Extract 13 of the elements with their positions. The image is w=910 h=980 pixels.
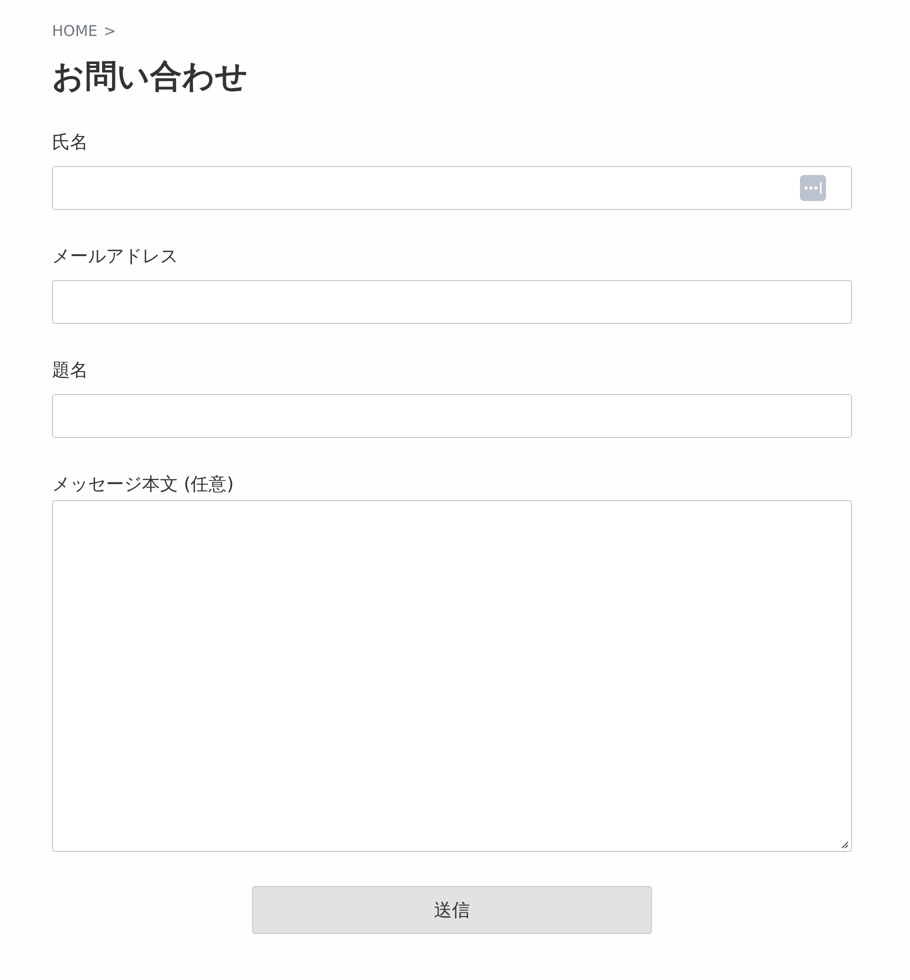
resize-handle-icon[interactable] <box>841 841 849 849</box>
field-label: 題名 <box>52 359 89 383</box>
field-label: 氏名 <box>52 131 89 155</box>
submit-button[interactable]: 送信 <box>252 886 652 934</box>
breadcrumb-link[interactable]: HOME <box>52 22 98 40</box>
field-label: メールアドレス <box>52 245 179 269</box>
input-field[interactable] <box>52 166 852 210</box>
breadcrumb-separator: > <box>104 22 116 40</box>
field-label: メッセージ本文 (任意) <box>52 473 235 497</box>
page-title: お問い合わせ <box>52 56 249 96</box>
autofill-icon[interactable] <box>800 175 826 201</box>
input-field[interactable] <box>52 394 852 438</box>
input-field[interactable] <box>52 280 852 324</box>
